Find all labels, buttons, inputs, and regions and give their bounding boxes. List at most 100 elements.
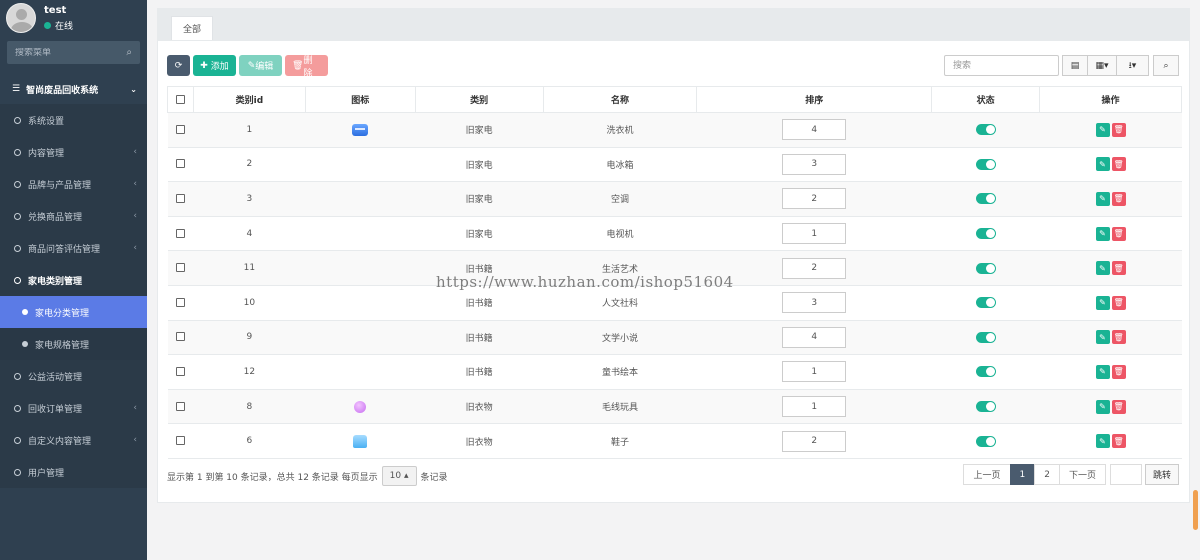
row-delete-button[interactable]: 🗑 bbox=[1111, 157, 1126, 172]
sort-input[interactable] bbox=[782, 326, 847, 348]
page-1-button[interactable]: 1 bbox=[1009, 464, 1036, 485]
menu-search-input[interactable] bbox=[15, 47, 115, 58]
table-search-input[interactable] bbox=[944, 55, 1059, 76]
delete-button[interactable]: 🗑 删除 bbox=[285, 55, 328, 79]
row-delete-button[interactable]: 🗑 bbox=[1111, 330, 1126, 345]
sort-input[interactable] bbox=[782, 361, 847, 383]
status-toggle[interactable] bbox=[975, 124, 996, 136]
sidebar-item-0[interactable]: 系统设置 bbox=[0, 104, 147, 136]
status-toggle[interactable] bbox=[975, 297, 996, 309]
menu-root[interactable]: ☰ 智尚废品回收系统 ⌄ bbox=[0, 74, 147, 104]
scrollbar-thumb[interactable] bbox=[1193, 490, 1198, 530]
sidebar-item-7[interactable]: 回收订单管理 ‹ bbox=[0, 392, 147, 424]
header-sort[interactable]: 排序 bbox=[696, 86, 933, 113]
row-edit-button[interactable]: ✎ bbox=[1095, 226, 1110, 241]
tab-all[interactable]: 全部 bbox=[171, 16, 214, 40]
submenu-item-0[interactable]: 家电分类管理 bbox=[0, 296, 147, 328]
status-toggle[interactable] bbox=[975, 158, 996, 170]
sidebar-item-3[interactable]: 兑换商品管理 ‹ bbox=[0, 200, 147, 232]
row-edit-button[interactable]: ✎ bbox=[1095, 364, 1110, 379]
table-row[interactable]: 9 旧书籍文学小说 ✎ 🗑 bbox=[167, 319, 1182, 356]
table-row[interactable]: 12 旧书籍童书绘本 ✎ 🗑 bbox=[167, 354, 1182, 390]
sidebar-item-2[interactable]: 品牌与产品管理 ‹ bbox=[0, 168, 147, 200]
row-edit-button[interactable]: ✎ bbox=[1095, 191, 1110, 206]
status-toggle[interactable] bbox=[975, 366, 996, 378]
table-row[interactable]: 8 旧衣物毛线玩具 ✎ 🗑 bbox=[167, 388, 1182, 425]
sort-input[interactable] bbox=[782, 430, 847, 452]
avatar[interactable] bbox=[6, 3, 36, 33]
row-checkbox[interactable] bbox=[175, 297, 185, 307]
toggle-view-button[interactable]: ▤ bbox=[1062, 55, 1088, 76]
row-delete-button[interactable]: 🗑 bbox=[1111, 434, 1126, 449]
row-delete-button[interactable]: 🗑 bbox=[1111, 261, 1126, 276]
row-edit-button[interactable]: ✎ bbox=[1095, 330, 1110, 345]
edit-button[interactable]: ✎ 编辑 bbox=[239, 55, 282, 76]
row-checkbox[interactable] bbox=[175, 366, 185, 376]
search-icon[interactable]: ⌕ bbox=[126, 47, 132, 58]
status-toggle[interactable] bbox=[975, 401, 996, 413]
sidebar-item-8[interactable]: 自定义内容管理 ‹ bbox=[0, 424, 147, 456]
table-row[interactable]: 10 旧书籍人文社科 ✎ 🗑 bbox=[167, 284, 1182, 321]
table-row[interactable]: 4 旧家电电视机 ✎ 🗑 bbox=[167, 215, 1182, 252]
submenu-item-1[interactable]: 家电规格管理 bbox=[0, 328, 147, 360]
status-toggle[interactable] bbox=[975, 331, 996, 343]
sidebar-item-6[interactable]: 公益活动管理 bbox=[0, 360, 147, 392]
page-2-button[interactable]: 2 bbox=[1034, 464, 1060, 485]
row-delete-button[interactable]: 🗑 bbox=[1111, 364, 1126, 379]
add-button[interactable]: ✚ 添加 bbox=[193, 55, 236, 76]
status-toggle[interactable] bbox=[975, 435, 996, 447]
jump-button[interactable]: 跳转 bbox=[1144, 464, 1179, 485]
page-size-select[interactable]: 10 ▴ bbox=[381, 466, 417, 486]
row-edit-button[interactable]: ✎ bbox=[1095, 295, 1110, 310]
pencil-icon: ✎ bbox=[1099, 229, 1106, 239]
table-row[interactable]: 6 旧衣物鞋子 ✎ 🗑 bbox=[167, 423, 1182, 459]
row-edit-button[interactable]: ✎ bbox=[1095, 157, 1110, 172]
columns-button[interactable]: ▦▾ bbox=[1087, 55, 1117, 76]
row-checkbox[interactable] bbox=[175, 193, 185, 203]
row-edit-button[interactable]: ✎ bbox=[1095, 261, 1110, 276]
row-checkbox[interactable] bbox=[175, 263, 185, 273]
table-row[interactable]: 3 旧家电空调 ✎ 🗑 bbox=[167, 181, 1182, 217]
sort-input[interactable] bbox=[782, 153, 847, 175]
sidebar-item-1[interactable]: 内容管理 ‹ bbox=[0, 136, 147, 168]
sidebar-item-4[interactable]: 商品问答评估管理 ‹ bbox=[0, 232, 147, 264]
table-row[interactable]: 1 旧家电洗衣机 ✎ 🗑 bbox=[167, 112, 1182, 148]
advanced-search-button[interactable]: ⌕ bbox=[1153, 55, 1179, 76]
table-row[interactable]: 2 旧家电电冰箱 ✎ 🗑 bbox=[167, 146, 1182, 183]
row-checkbox[interactable] bbox=[175, 228, 185, 238]
sort-input[interactable] bbox=[782, 223, 847, 245]
cell-name: 文学小说 bbox=[543, 319, 697, 356]
sort-input[interactable] bbox=[782, 188, 847, 210]
menu-root-label: 智尚废品回收系统 bbox=[26, 85, 99, 96]
row-edit-button[interactable]: ✎ bbox=[1095, 434, 1110, 449]
row-edit-button[interactable]: ✎ bbox=[1095, 122, 1110, 137]
prev-page-button[interactable]: 上一页 bbox=[963, 464, 1011, 485]
status-toggle[interactable] bbox=[975, 262, 996, 274]
row-delete-button[interactable]: 🗑 bbox=[1111, 295, 1126, 310]
table-row[interactable]: 11 旧书籍生活艺术 ✎ 🗑 bbox=[167, 250, 1182, 286]
row-checkbox[interactable] bbox=[175, 436, 185, 446]
status-toggle[interactable] bbox=[975, 228, 996, 240]
row-checkbox[interactable] bbox=[175, 401, 185, 411]
sort-input[interactable] bbox=[782, 396, 847, 418]
row-checkbox[interactable] bbox=[175, 332, 185, 342]
sort-input[interactable] bbox=[782, 292, 847, 314]
select-all-checkbox[interactable] bbox=[175, 94, 185, 104]
status-toggle[interactable] bbox=[975, 193, 996, 205]
sidebar-item-9[interactable]: 用户管理 bbox=[0, 456, 147, 488]
row-delete-button[interactable]: 🗑 bbox=[1111, 191, 1126, 206]
sort-input[interactable] bbox=[782, 119, 847, 141]
sidebar-item-5[interactable]: 家电类别管理 bbox=[0, 264, 147, 296]
row-checkbox[interactable] bbox=[175, 159, 185, 169]
row-delete-button[interactable]: 🗑 bbox=[1111, 399, 1126, 414]
row-edit-button[interactable]: ✎ bbox=[1095, 399, 1110, 414]
next-page-button[interactable]: 下一页 bbox=[1058, 464, 1106, 485]
jump-page-input[interactable] bbox=[1109, 464, 1142, 485]
row-checkbox[interactable] bbox=[175, 124, 185, 134]
export-button[interactable]: ⭳▾ bbox=[1116, 55, 1149, 76]
row-delete-button[interactable]: 🗑 bbox=[1111, 226, 1126, 241]
row-delete-button[interactable]: 🗑 bbox=[1111, 122, 1126, 137]
sort-input[interactable] bbox=[782, 257, 847, 279]
refresh-button[interactable]: ⟳ bbox=[167, 55, 190, 76]
header-id[interactable]: 类别id bbox=[192, 86, 306, 113]
